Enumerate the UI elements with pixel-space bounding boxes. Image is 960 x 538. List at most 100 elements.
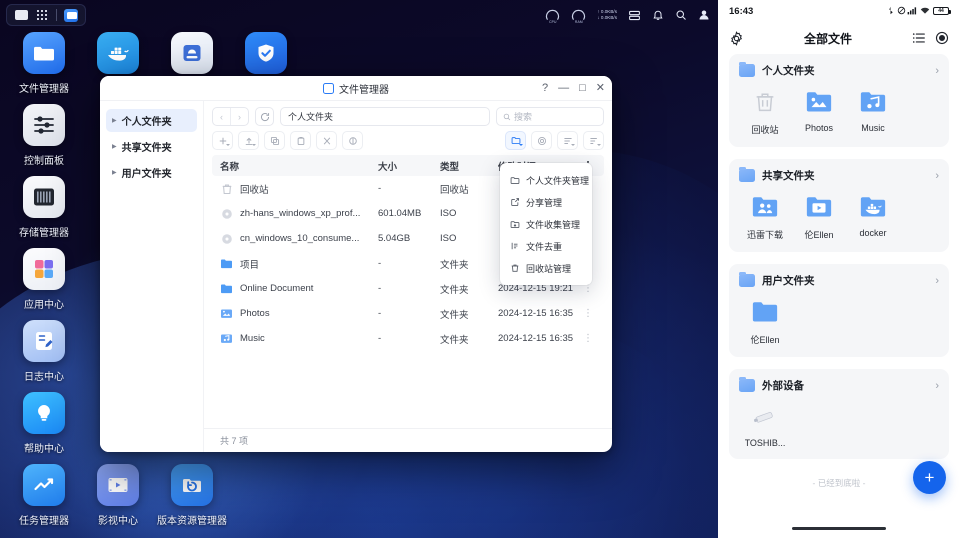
ram-gauge-label: RAM [574,19,583,24]
cpu-gauge-label: CPU [549,19,557,24]
card-header[interactable]: 外部设备 › [739,376,939,393]
phone-status-bar: 16:43 44 [718,0,960,22]
menu-item-file-collect-manage[interactable]: 文件收集管理 [500,213,592,235]
cut-icon[interactable] [316,131,337,150]
navigation-bar: ‹ › 个人文件夹 搜索 [204,101,612,128]
list-item[interactable]: 迅雷下载 [741,192,789,241]
file-type: 文件夹 [440,284,469,296]
help-button[interactable]: ? [542,83,548,94]
menu-item-recycle-bin-manage[interactable]: 回收站管理 [500,257,592,279]
music-folder-icon [858,87,888,117]
back-button[interactable]: ‹ [213,108,230,125]
settings-icon[interactable] [531,131,552,150]
file-name: zh-hans_windows_xp_prof... [240,208,361,219]
desktop-icon-version-explorer[interactable]: 版本资源管理器 [154,464,230,527]
copy-icon[interactable] [264,131,285,150]
download-folder-icon [750,192,780,222]
column-header-name[interactable]: 名称 [220,159,378,173]
desktop-icon-log-center[interactable]: 日志中心 [6,320,82,383]
list-item[interactable]: Music [849,87,897,136]
clock: 16:43 [729,5,754,17]
list-icon[interactable] [912,31,926,45]
chevron-right-icon: ▶ [112,144,117,150]
folder-manage-icon [509,175,520,186]
photos-folder-icon [220,307,233,320]
desktop-icon-app-center[interactable]: 应用中心 [6,248,82,311]
desktop-icon-security[interactable] [228,32,304,74]
list-item[interactable]: TOSHIB... [741,402,789,448]
sort-icon[interactable] [583,131,604,150]
list-item[interactable]: docker [849,192,897,241]
refresh-button[interactable] [255,107,274,126]
desktop-icon-docker[interactable] [80,32,156,74]
menu-item-file-dedupe[interactable]: 文件去重 [500,235,592,257]
sidebar-item-label: 用户文件夹 [121,169,172,180]
desktop-icon-video-center[interactable]: 影视中心 [80,464,156,527]
desktop-icon-storage-manager[interactable]: 存储管理器 [6,176,82,239]
table-row[interactable]: Music - 文件夹 2024-12-15 16:35 ⋮ [212,326,604,351]
card-title: 外部设备 [762,380,804,392]
menu-item-label: 分享管理 [526,197,563,208]
folder-icon [220,257,233,270]
select-icon[interactable] [935,31,949,45]
desktop-icon-file-manager[interactable]: 文件管理器 [6,32,82,95]
row-more-icon[interactable]: ⋮ [580,333,596,344]
folder-icon [750,297,780,327]
desktop-icon-task-manager[interactable]: 任务管理器 [6,464,82,527]
page-title: 全部文件 [803,31,852,46]
chevron-right-icon: ▶ [112,118,117,124]
card-header[interactable]: 个人文件夹 › [739,61,939,78]
delete-icon[interactable] [342,131,363,150]
path-input[interactable]: 个人文件夹 [280,107,490,126]
sidebar-item-personal-folder[interactable]: ▶ 个人文件夹 [106,109,197,132]
paste-icon[interactable] [290,131,311,150]
chevron-right-icon: › [935,169,939,182]
close-button[interactable]: ✕ [596,83,605,94]
desktop-icon-drive[interactable] [154,32,230,74]
card-header[interactable]: 用户文件夹 › [739,271,939,288]
sidebar-item-user-folder[interactable]: ▶ 用户文件夹 [106,161,197,184]
menu-item-share-manage[interactable]: 分享管理 [500,191,592,213]
menu-item-personal-folder-manage[interactable]: 个人文件夹管理 [500,169,592,191]
upload-icon[interactable] [238,131,259,150]
list-view-icon[interactable] [557,131,578,150]
search-icon[interactable] [675,9,687,21]
maximize-button[interactable]: □ [579,83,586,94]
desktop-icon-control-panel[interactable]: 控制面板 [6,104,82,167]
column-header-size[interactable]: 大小 [378,159,440,173]
table-row[interactable]: Photos - 文件夹 2024-12-15 16:35 ⋮ [212,301,604,326]
user-avatar-icon[interactable] [698,9,710,21]
folder-manage-icon[interactable] [505,131,526,150]
music-folder-icon [220,332,233,345]
gear-icon[interactable] [729,30,744,46]
file-size: 5.04GB [378,233,411,244]
list-item[interactable]: Photos [795,87,843,136]
file-size: - [378,183,382,194]
file-type: 文件夹 [440,309,469,321]
recycle-manage-icon [509,263,520,274]
tasks-icon[interactable] [628,9,641,22]
minimize-button[interactable]: — [558,83,569,94]
column-header-type[interactable]: 类型 [440,159,498,173]
item-label: TOSHIB... [744,438,786,448]
search-input[interactable]: 搜索 [496,107,604,126]
desktop-icon-help-center[interactable]: 帮助中心 [6,392,82,455]
card-header[interactable]: 共享文件夹 › [739,166,939,183]
app-grid-icon[interactable] [35,9,49,21]
show-desktop-icon[interactable] [14,9,28,21]
list-item[interactable]: 伦Ellen [795,192,843,241]
list-item[interactable]: 伦Ellen [741,297,789,346]
taskbar-file-manager-icon[interactable] [64,8,78,22]
folder-icon [739,61,755,77]
list-item[interactable]: 回收站 [741,87,789,136]
notification-bell-icon[interactable] [652,9,664,21]
taskbar [6,4,86,26]
sidebar-item-shared-folder[interactable]: ▶ 共享文件夹 [106,135,197,158]
new-icon[interactable] [212,131,233,150]
add-button[interactable]: + [913,461,946,494]
share-icon [509,197,520,208]
cellular-icon [907,6,917,14]
forward-button[interactable]: › [231,108,248,125]
file-manager-title: 文件管理器 [339,84,389,96]
row-more-icon[interactable]: ⋮ [580,308,596,319]
